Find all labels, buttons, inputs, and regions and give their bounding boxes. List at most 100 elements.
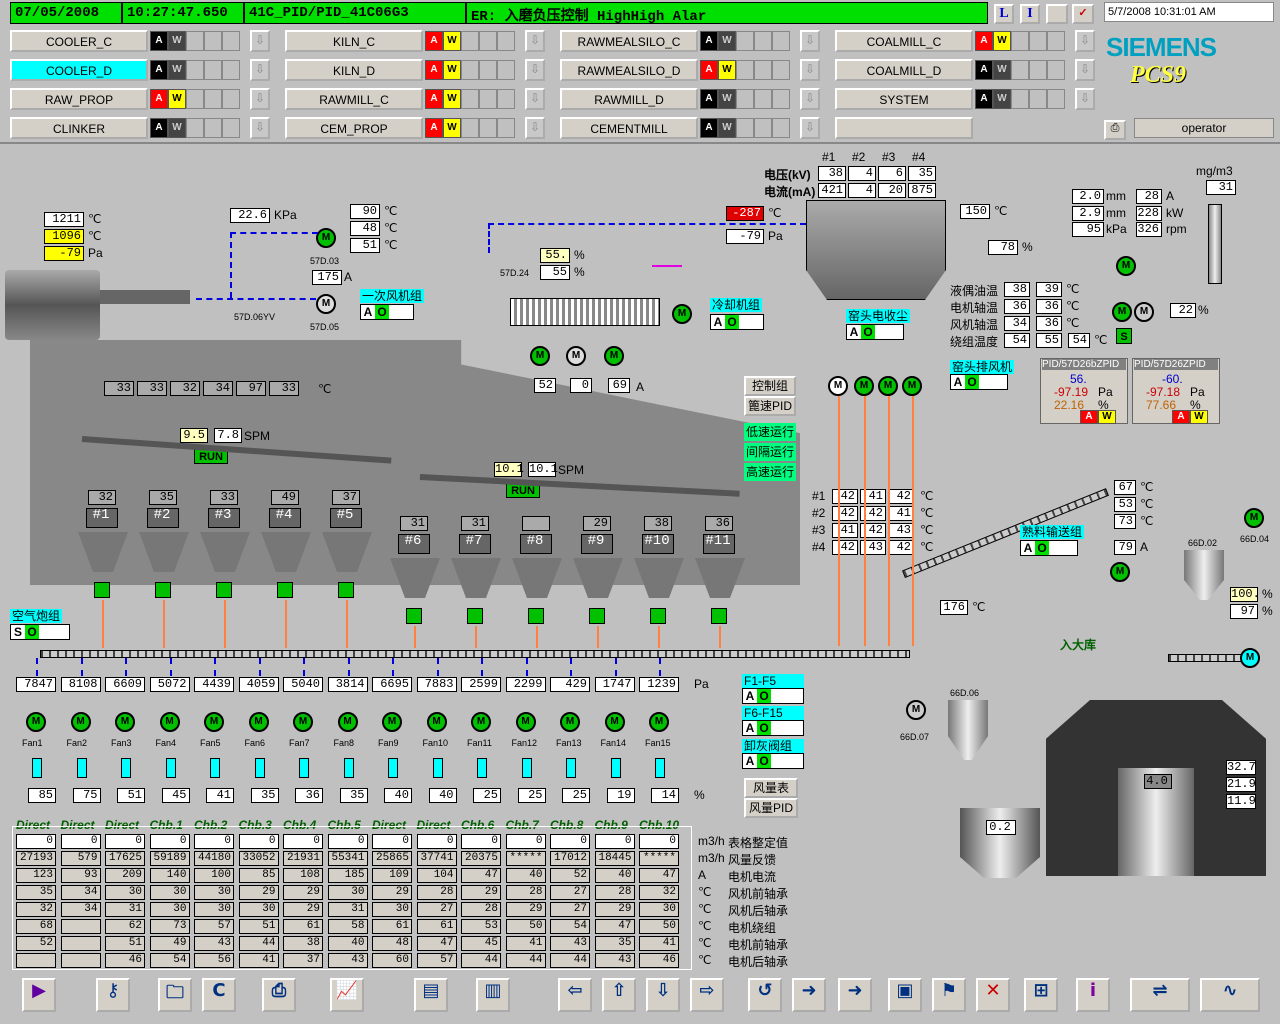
refresh-icon[interactable]: ↺: [748, 978, 782, 1012]
l-button[interactable]: L: [994, 4, 1014, 24]
area-down-arrow-icon[interactable]: ⇩: [250, 88, 270, 110]
discharge-valve[interactable]: [589, 608, 605, 624]
f1-f5-ao[interactable]: AO: [742, 688, 804, 704]
motor-icon[interactable]: M: [1240, 648, 1260, 668]
damper-icon[interactable]: [566, 758, 576, 778]
area-button-cooler_c[interactable]: COOLER_C: [10, 30, 148, 52]
area-down-arrow-icon[interactable]: ⇩: [525, 30, 545, 52]
clinker-conveyor-label[interactable]: 熟料输送组: [1020, 525, 1085, 539]
i-button[interactable]: I: [1020, 4, 1040, 24]
exhaust-fan-label[interactable]: 窑头排风机: [950, 360, 1015, 374]
area-button-rawmill_d[interactable]: RAWMILL_D: [560, 88, 698, 110]
damper-icon[interactable]: [76, 758, 87, 778]
table-cell[interactable]: 0: [149, 834, 190, 849]
down-icon[interactable]: ⇩: [646, 978, 680, 1012]
table-cell[interactable]: 0: [639, 834, 679, 849]
area-down-arrow-icon[interactable]: ⇩: [525, 117, 545, 139]
right-icon[interactable]: ⇨: [690, 978, 724, 1012]
discharge-valve[interactable]: [711, 608, 727, 624]
discharge-valve[interactable]: [277, 582, 293, 598]
air-cannon-status[interactable]: SO: [10, 624, 70, 640]
flow-table-button[interactable]: 风量表: [744, 778, 798, 798]
table-cell[interactable]: 0: [416, 834, 457, 849]
motor-icon[interactable]: M: [1112, 302, 1132, 322]
damper-icon[interactable]: [254, 758, 265, 778]
discharge-valve-ao[interactable]: AO: [742, 753, 804, 769]
fan-icon[interactable]: M: [604, 346, 624, 366]
motor-icon[interactable]: M: [316, 228, 336, 248]
table-cell[interactable]: 0: [283, 834, 323, 849]
area-button-clinker[interactable]: CLINKER: [10, 117, 148, 139]
discharge-valve[interactable]: [528, 608, 544, 624]
damper-icon[interactable]: [343, 758, 354, 778]
map-icon[interactable]: ⇌: [1130, 978, 1190, 1012]
motor-icon[interactable]: M: [828, 376, 848, 396]
table-cell[interactable]: 0: [194, 834, 234, 849]
air-cannon-label[interactable]: 空气炮组: [10, 609, 63, 623]
table-cell[interactable]: 0: [594, 834, 635, 849]
close-icon[interactable]: ✕: [976, 978, 1010, 1012]
esp-label[interactable]: 窑头电收尘: [846, 309, 911, 323]
area-down-arrow-icon[interactable]: ⇩: [250, 117, 270, 139]
clinker-conveyor-ao[interactable]: AO: [1020, 540, 1078, 556]
info-icon[interactable]: i: [1076, 978, 1110, 1012]
report-icon[interactable]: ▤: [414, 978, 448, 1012]
ie-icon[interactable]: ⊞: [1024, 978, 1058, 1012]
discharge-valve[interactable]: [155, 582, 171, 598]
damper-icon[interactable]: [477, 758, 487, 778]
folder-icon[interactable]: 🗀: [158, 978, 192, 1012]
acknowledge-icon[interactable]: ✓: [1072, 4, 1094, 24]
grate1-speed-sp[interactable]: 9.5: [180, 428, 208, 443]
trend-icon[interactable]: 📈: [330, 978, 364, 1012]
interval-button[interactable]: 间隔运行: [744, 443, 796, 461]
copy-icon[interactable]: C: [202, 978, 236, 1012]
damper-icon[interactable]: [210, 758, 220, 778]
fan-motor-icon[interactable]: M: [515, 712, 536, 732]
motor-icon[interactable]: M: [672, 304, 692, 324]
area-button-rawmealsilo_c[interactable]: RAWMEALSILO_C: [560, 30, 698, 52]
area-button-cem_prop[interactable]: CEM_PROP: [285, 117, 423, 139]
area-button-coalmill_d[interactable]: COALMILL_D: [835, 59, 973, 81]
motor-icon[interactable]: M: [854, 376, 874, 396]
f6-f15-label[interactable]: F6-F15: [742, 706, 804, 720]
area-button-kiln_c[interactable]: KILN_C: [285, 30, 423, 52]
cooling-fan-ao[interactable]: AO: [710, 314, 764, 330]
area-button-rawmealsilo_d[interactable]: RAWMEALSILO_D: [560, 59, 698, 81]
report2-icon[interactable]: ▥: [476, 978, 510, 1012]
fan-motor-icon[interactable]: M: [26, 712, 46, 732]
area-button-system[interactable]: SYSTEM: [835, 88, 973, 110]
key-icon[interactable]: ⚷: [96, 978, 130, 1012]
discharge-valve[interactable]: [338, 582, 354, 598]
fan-icon[interactable]: M: [906, 700, 926, 720]
area-button-blank[interactable]: [835, 117, 973, 139]
print-icon[interactable]: ⎙: [262, 978, 296, 1012]
primary-fan-group-label[interactable]: 一次风机组: [360, 289, 425, 303]
motor-icon[interactable]: M: [902, 376, 922, 396]
cooling-fan-group-label[interactable]: 冷却机组: [710, 298, 763, 312]
primary-fan-ao[interactable]: AO: [360, 304, 414, 320]
f1-f5-label[interactable]: F1-F5: [742, 674, 804, 688]
play-icon[interactable]: ▶: [22, 978, 56, 1012]
fan-motor-icon[interactable]: M: [159, 712, 180, 732]
area-down-arrow-icon[interactable]: ⇩: [800, 88, 820, 110]
fan-icon[interactable]: M: [530, 346, 550, 366]
low-speed-button[interactable]: 低速运行: [744, 423, 796, 441]
area-button-kiln_d[interactable]: KILN_D: [285, 59, 423, 81]
area-down-arrow-icon[interactable]: ⇩: [525, 88, 545, 110]
fan-motor-icon[interactable]: M: [560, 712, 580, 732]
area-down-arrow-icon[interactable]: ⇩: [250, 59, 270, 81]
area-button-cementmill[interactable]: CEMENTMILL: [560, 117, 698, 139]
damper-icon[interactable]: [388, 758, 398, 778]
exhaust-fan-ao[interactable]: AO: [950, 374, 1008, 390]
table-cell[interactable]: 0: [60, 834, 101, 849]
table-cell[interactable]: 0: [550, 834, 590, 849]
table-cell[interactable]: 0: [238, 834, 279, 849]
fan-motor-icon[interactable]: M: [248, 712, 269, 732]
network-icon[interactable]: ▣: [888, 978, 922, 1012]
printer-icon[interactable]: ⎙: [1104, 120, 1126, 140]
damper-icon[interactable]: [655, 758, 665, 778]
fan-motor-icon[interactable]: M: [382, 712, 402, 732]
discharge-valve[interactable]: [650, 608, 666, 624]
coupling-icon[interactable]: M: [1134, 302, 1154, 322]
damper-icon[interactable]: [165, 758, 176, 778]
